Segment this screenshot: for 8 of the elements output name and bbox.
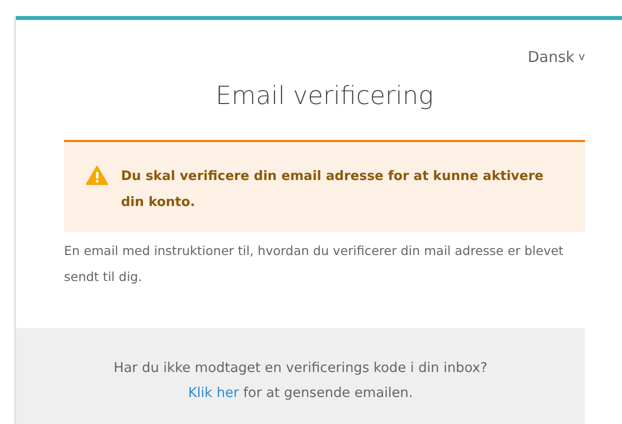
question-text: Har du ikke modtaget en verificerings kode i din inbox? (114, 359, 488, 378)
resend-link[interactable]: Klik her (188, 385, 239, 401)
resend-text: Klik her for at gensende emailen. (188, 384, 413, 403)
page-title: Email verificering (214, 80, 434, 112)
alert-message: Du skal verificere din email adresse for at kunne aktivere din konto. (121, 168, 544, 212)
info-text: En email med instruktioner til, hvordan du verificerer din mail adresse er blevet sendt til dig. (64, 242, 564, 286)
warning-icon (86, 166, 108, 185)
language-selector[interactable]: Dansk v (528, 46, 585, 68)
